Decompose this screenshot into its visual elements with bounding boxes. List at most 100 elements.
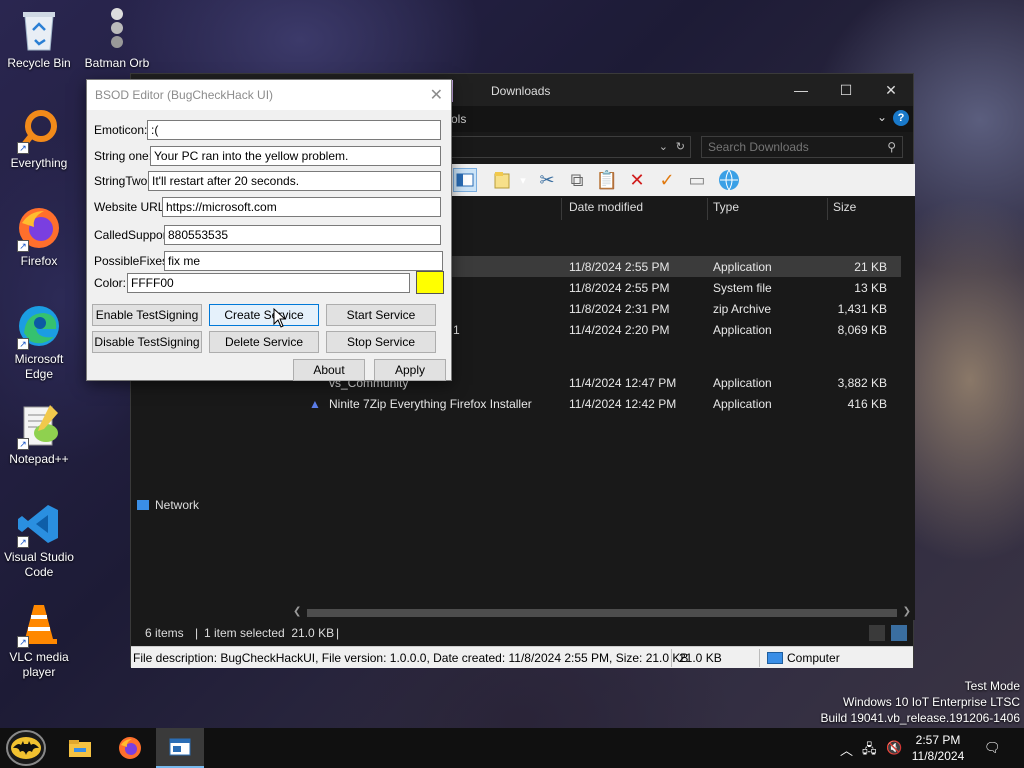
desktop-icon-vscode[interactable]: ↗ Visual Studio Code	[1, 500, 77, 580]
color-field[interactable]	[127, 273, 410, 293]
shortcut-arrow-icon: ↗	[17, 142, 29, 154]
copy-icon[interactable]: ⧉	[565, 168, 589, 192]
network-icon[interactable]: 🖧	[862, 740, 877, 762]
firefox-icon[interactable]	[106, 728, 154, 768]
desktop-icon-everything[interactable]: ↗ Everything	[1, 106, 77, 171]
desktop-icon-notepadpp[interactable]: ↗ Notepad++	[1, 402, 77, 467]
taskbar-clock[interactable]: 2:57 PM 11/8/2024	[906, 732, 970, 764]
cut-icon[interactable]: ✂	[535, 168, 559, 192]
file-explorer-icon[interactable]	[56, 728, 104, 768]
shortcut-arrow-icon: ↗	[17, 240, 29, 252]
about-button[interactable]: About	[293, 359, 365, 381]
nav-item-network[interactable]: Network	[155, 498, 199, 512]
string-two-field[interactable]	[148, 171, 441, 191]
called-support-field[interactable]	[164, 225, 441, 245]
desktop-icon-label: Visual Studio Code	[4, 550, 74, 579]
scrollbar-thumb[interactable]	[307, 609, 897, 617]
chevron-up-icon[interactable]: ︿	[840, 740, 853, 759]
scroll-right-icon[interactable]: ❯	[903, 606, 911, 617]
column-header-date-modified[interactable]: Date modified	[569, 200, 643, 214]
column-header-size[interactable]: Size	[833, 200, 856, 214]
bsod-editor-dialog[interactable]: BSOD Editor (BugCheckHack UI) ✕ Emoticon…	[86, 79, 452, 381]
bsod-editor-icon[interactable]	[156, 728, 204, 768]
shortcut-arrow-icon: ↗	[17, 438, 29, 450]
color-label: Color:	[94, 276, 127, 290]
emoticon-field[interactable]	[147, 120, 441, 140]
string-one-label: String one:	[94, 149, 153, 163]
checkmark-icon[interactable]: ✓	[655, 168, 679, 192]
chevron-down-icon[interactable]: ⌄	[877, 110, 887, 124]
website-url-label: Website URL:	[94, 200, 168, 214]
enable-testsigning-button[interactable]: Enable TestSigning	[92, 304, 202, 326]
minimize-icon[interactable]: —	[791, 81, 811, 99]
color-swatch[interactable]	[416, 271, 444, 294]
clock-date: 11/8/2024	[911, 749, 965, 763]
start-service-button[interactable]: Start Service	[326, 304, 436, 326]
large-icons-view-icon[interactable]	[891, 625, 907, 641]
close-icon[interactable]: ✕	[430, 85, 443, 105]
desktop-icon-vlc[interactable]: ↗ VLC media player	[1, 600, 77, 680]
delete-service-button[interactable]: Delete Service	[209, 331, 319, 353]
network-icon	[137, 500, 149, 510]
batman-start-icon[interactable]	[2, 728, 50, 768]
shortcut-arrow-icon: ↗	[17, 338, 29, 350]
globe-icon[interactable]	[717, 168, 741, 192]
dialog-title-bar[interactable]: BSOD Editor (BugCheckHack UI) ✕	[87, 80, 451, 110]
address-bar[interactable]: ⌄ ↻	[451, 136, 691, 158]
desktop-icon-recycle-bin[interactable]: Recycle Bin	[1, 6, 77, 71]
apply-button[interactable]: Apply	[374, 359, 446, 381]
clock-time: 2:57 PM	[915, 733, 961, 747]
desktop-icon-microsoft-edge[interactable]: ↗ Microsoft Edge	[1, 302, 77, 382]
possible-fixes-field[interactable]	[164, 251, 443, 271]
column-header-type[interactable]: Type	[713, 200, 739, 214]
possible-fixes-label: PossibleFixes:	[94, 254, 172, 268]
desktop-icon-label: Microsoft Edge	[14, 352, 64, 381]
column-separator[interactable]	[707, 198, 708, 220]
description-location: Computer	[787, 651, 840, 665]
create-service-button[interactable]: Create Service	[209, 304, 319, 326]
stop-service-button[interactable]: Stop Service	[326, 331, 436, 353]
volume-muted-icon[interactable]: 🔇	[886, 740, 902, 756]
desktop-icon-firefox[interactable]: ↗ Firefox	[1, 204, 77, 269]
rename-icon[interactable]: ▭	[685, 168, 709, 192]
string-one-field[interactable]	[150, 146, 441, 166]
website-url-field[interactable]	[162, 197, 441, 217]
preview-pane-icon[interactable]	[453, 168, 477, 192]
column-separator[interactable]	[561, 198, 562, 220]
delete-icon[interactable]: ✕	[625, 168, 649, 192]
row-size: 416 KB	[847, 397, 887, 411]
help-icon[interactable]: ?	[893, 110, 909, 126]
close-icon[interactable]: ✕	[881, 81, 901, 99]
row-date: 11/4/2024 12:42 PM	[569, 397, 677, 411]
search-box[interactable]: ⚲	[701, 136, 903, 158]
watermark-line: Windows 10 IoT Enterprise LTSC	[843, 695, 1020, 709]
refresh-icon[interactable]: ↻	[676, 140, 685, 153]
vlc-icon: ↗	[15, 600, 63, 648]
firefox-icon: ↗	[15, 204, 63, 252]
details-view-icon[interactable]	[869, 625, 885, 641]
search-input[interactable]	[708, 140, 878, 154]
desktop-icon-batman-orb[interactable]: Batman Orb	[79, 6, 155, 71]
row-date: 11/4/2024 2:20 PM	[569, 323, 670, 337]
scroll-left-icon[interactable]: ❮	[293, 606, 301, 617]
chevron-down-icon[interactable]: ⌄	[659, 140, 668, 153]
file-description: File description: BugCheckHackUI, File v…	[133, 651, 689, 665]
status-bar: 6 items | 1 item selected 21.0 KB |	[131, 620, 913, 646]
ribbon-tab-partial[interactable]: ols	[451, 112, 466, 126]
maximize-icon[interactable]: ☐	[836, 81, 856, 99]
mouse-cursor-icon	[273, 308, 287, 328]
description-size: 21.0 KB	[679, 651, 722, 665]
paste-icon[interactable]: 📋	[595, 168, 619, 192]
emoticon-label: Emoticon:	[94, 123, 148, 137]
table-row[interactable]: ▲ Ninite 7Zip Everything Firefox Install…	[305, 393, 901, 414]
horizontal-scrollbar[interactable]: ❮ ❯	[289, 606, 915, 620]
row-type: Application	[713, 323, 772, 337]
disable-testsigning-button[interactable]: Disable TestSigning	[92, 331, 202, 353]
chevron-down-icon[interactable]: ▾	[511, 168, 535, 192]
watermark-line: Test Mode	[964, 679, 1020, 693]
notification-icon[interactable]: 🗨	[984, 740, 1001, 756]
column-separator[interactable]	[827, 198, 828, 220]
everything-search-icon: ↗	[15, 106, 63, 154]
status-item-count: 6 items	[145, 626, 184, 640]
batman-orb-icon	[93, 6, 141, 54]
